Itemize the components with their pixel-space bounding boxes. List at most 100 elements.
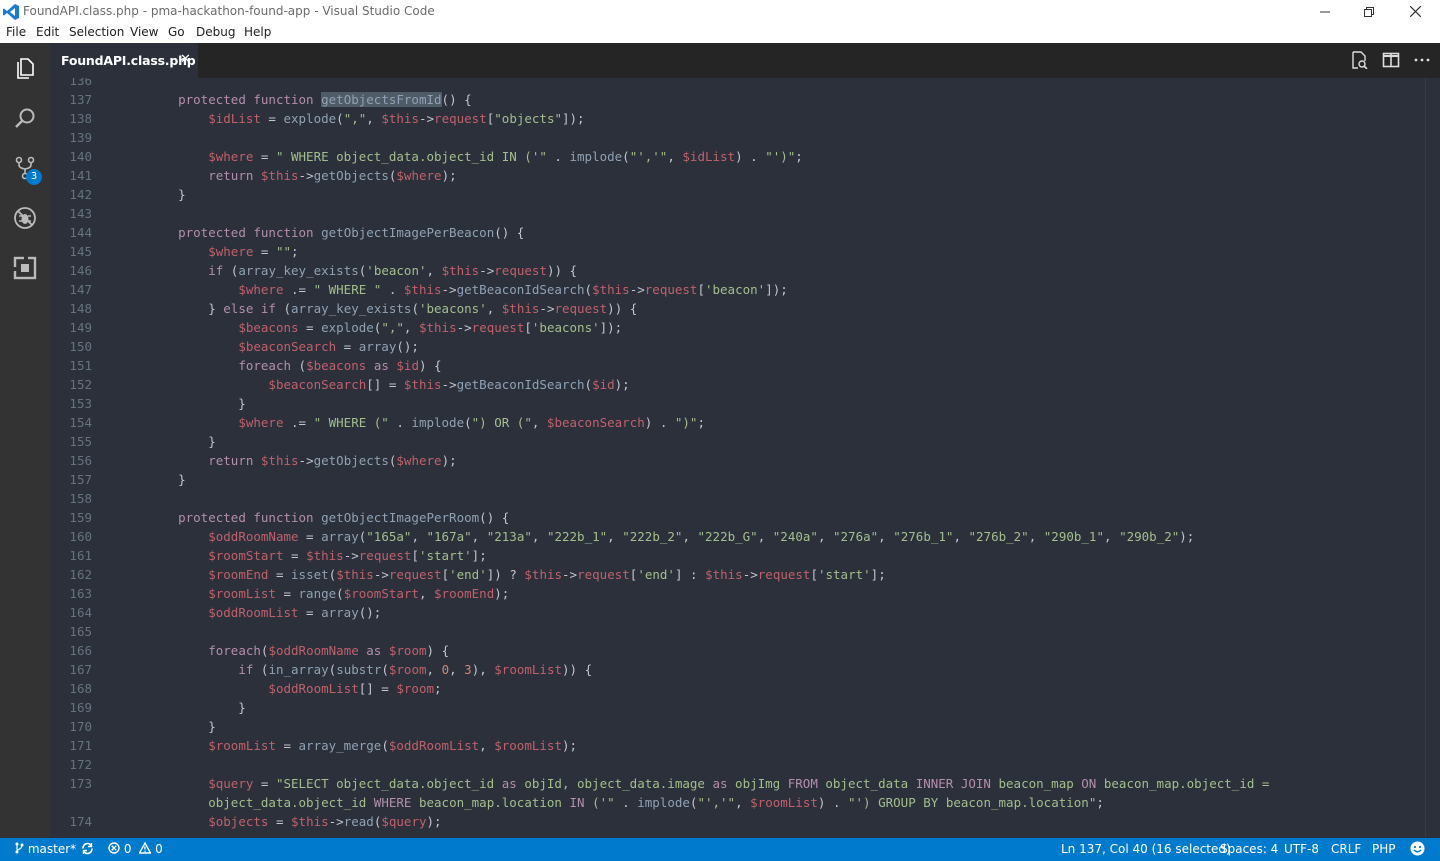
code-line[interactable]: 150 $beaconSearch = array();: [50, 337, 1426, 356]
code-token: function: [253, 92, 314, 107]
search-button[interactable]: [0, 93, 50, 143]
cursor-position[interactable]: Ln 137, Col 40 (16 selected): [1061, 842, 1231, 856]
language-status[interactable]: PHP: [1372, 842, 1396, 856]
branch-status[interactable]: master*: [15, 842, 76, 856]
code-token: ) .: [817, 795, 848, 810]
line-number: 162: [69, 567, 92, 582]
code-token: ")": [674, 415, 698, 430]
warning-icon: [138, 841, 152, 854]
open-changes-icon[interactable]: [1350, 51, 1368, 69]
code-line[interactable]: 152 $beaconSearch[] = $this->getBeaconId…: [50, 375, 1426, 394]
code-line[interactable]: 136: [50, 78, 1426, 90]
code-line[interactable]: 149 $beacons = explode(",", $this->reque…: [50, 318, 1426, 337]
code-line[interactable]: 168 $oddRoomList[] = $room;: [50, 679, 1426, 698]
code-line[interactable]: 154 $where .= " WHERE (" . implode(") OR…: [50, 413, 1426, 432]
indentation-status[interactable]: Spaces: 4: [1220, 842, 1278, 856]
menu-go[interactable]: Go: [168, 25, 185, 39]
line-code: $roomList = array_merge($oddRoomList, $r…: [148, 736, 577, 755]
code-line[interactable]: 172: [50, 755, 1426, 774]
code-token: ;: [1096, 795, 1104, 810]
menu-help[interactable]: Help: [244, 25, 271, 39]
code-line[interactable]: 147 $where .= " WHERE " . $this->getBeac…: [50, 280, 1426, 299]
code-token: )) {: [562, 662, 593, 677]
code-line[interactable]: 158: [50, 489, 1426, 508]
code-line[interactable]: 143: [50, 204, 1426, 223]
minimize-button[interactable]: [1302, 0, 1348, 23]
more-actions-icon[interactable]: [1413, 51, 1431, 69]
code-line[interactable]: 153 }: [50, 394, 1426, 413]
code-line[interactable]: 145 $where = "";: [50, 242, 1426, 261]
code-token: [] =: [366, 377, 404, 392]
code-line[interactable]: 151 foreach ($beacons as $id) {: [50, 356, 1426, 375]
code-line[interactable]: 164 $oddRoomList = array();: [50, 603, 1426, 622]
tab-foundapi[interactable]: FoundAPI.class.php ✕: [50, 43, 198, 78]
extensions-icon: [13, 256, 37, 280]
code-token: $where: [396, 453, 442, 468]
code-line[interactable]: 163 $roomList = range($roomStart, $roomE…: [50, 584, 1426, 603]
code-line[interactable]: 170 }: [50, 717, 1426, 736]
extensions-button[interactable]: [0, 243, 50, 293]
code-line[interactable]: 159 protected function getObjectImagePer…: [50, 508, 1426, 527]
feedback-button[interactable]: [1410, 841, 1425, 859]
menu-selection[interactable]: Selection: [69, 25, 124, 39]
close-window-button[interactable]: [1392, 0, 1438, 23]
menu-file[interactable]: File: [6, 25, 26, 39]
code-token: =: [275, 738, 299, 753]
code-line[interactable]: 157 }: [50, 470, 1426, 489]
restore-button[interactable]: [1346, 0, 1392, 23]
vertical-scrollbar[interactable]: [1425, 78, 1440, 838]
code-line[interactable]: 144 protected function getObjectImagePer…: [50, 223, 1426, 242]
code-line[interactable]: 139: [50, 128, 1426, 147]
code-line[interactable]: 148 } else if (array_key_exists('beacons…: [50, 299, 1426, 318]
code-line[interactable]: 140 $where = " WHERE object_data.object_…: [50, 147, 1426, 166]
menu-edit[interactable]: Edit: [36, 25, 59, 39]
menu-debug[interactable]: Debug: [196, 25, 235, 39]
split-editor-icon[interactable]: [1382, 51, 1400, 69]
code-line[interactable]: 141 return $this->getObjects($where);: [50, 166, 1426, 185]
code-line[interactable]: 156 return $this->getObjects($where);: [50, 451, 1426, 470]
code-line[interactable]: 160 $oddRoomName = array("165a", "167a",…: [50, 527, 1426, 546]
code-token: $beaconSearch: [268, 377, 367, 392]
code-token: array: [358, 339, 397, 354]
code-line[interactable]: object_data.object_id WHERE beacon_map.l…: [50, 793, 1426, 812]
problems-status[interactable]: 0 0: [108, 841, 163, 856]
code-line[interactable]: 174 $objects = $this->read($query);: [50, 812, 1426, 831]
code-token: $this: [336, 567, 374, 582]
code-line[interactable]: 173 $query = "SELECT object_data.object_…: [50, 774, 1426, 793]
sync-button[interactable]: [81, 842, 94, 856]
code-token: "213a": [486, 529, 532, 544]
code-line[interactable]: 161 $roomStart = $this->request['start']…: [50, 546, 1426, 565]
code-line[interactable]: 138 $idList = explode(",", $this->reques…: [50, 109, 1426, 128]
code-token: $id: [396, 358, 419, 373]
code-line[interactable]: 162 $roomEnd = isset($this->request['end…: [50, 565, 1426, 584]
code-token: range: [298, 586, 337, 601]
code-token: array_key_exists: [238, 263, 359, 278]
tab-close-icon[interactable]: ✕: [180, 52, 191, 67]
code-token: ),: [471, 662, 495, 677]
code-token: ,: [449, 662, 465, 677]
code-line[interactable]: 165: [50, 622, 1426, 641]
code-line[interactable]: 169 }: [50, 698, 1426, 717]
encoding-status[interactable]: UTF-8: [1284, 842, 1319, 856]
code-line[interactable]: 167 if (in_array(substr($room, 0, 3), $r…: [50, 660, 1426, 679]
debug-button[interactable]: [0, 193, 50, 243]
code-token: $this: [524, 567, 563, 582]
source-control-button[interactable]: [0, 143, 50, 193]
code-line[interactable]: 146 if (array_key_exists('beacon', $this…: [50, 261, 1426, 280]
code-token: ->: [629, 282, 645, 297]
explorer-button[interactable]: [0, 43, 50, 93]
code-line[interactable]: 137 protected function getObjectsFromId(…: [50, 90, 1426, 109]
code-editor[interactable]: 136 137 protected function getObjectsFrom…: [50, 78, 1440, 838]
code-line[interactable]: 166 foreach($oddRoomName as $room) {: [50, 641, 1426, 660]
code-token: (: [584, 282, 593, 297]
code-line[interactable]: 171 $roomList = array_merge($oddRoomList…: [50, 736, 1426, 755]
code-line[interactable]: 142 }: [50, 185, 1426, 204]
code-line[interactable]: 155 }: [50, 432, 1426, 451]
eol-status[interactable]: CRLF: [1331, 842, 1361, 856]
code-token: ,: [479, 738, 495, 753]
menu-view[interactable]: View: [130, 25, 158, 39]
